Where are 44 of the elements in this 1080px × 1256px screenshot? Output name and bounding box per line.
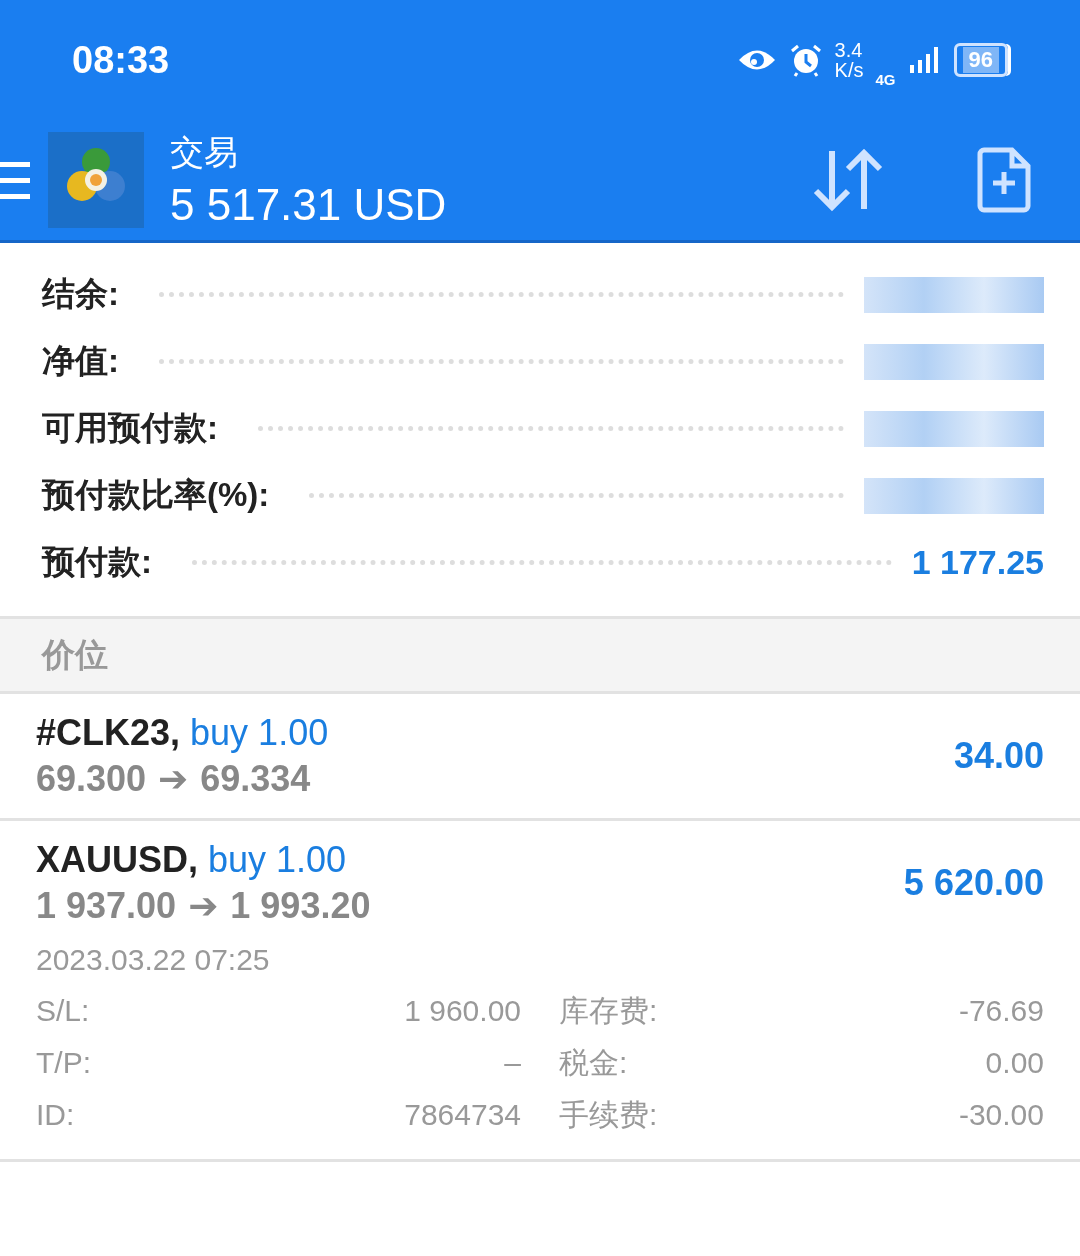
position-row[interactable]: XAUUSD, buy 1.00 1 937.00 ➔ 1 993.20 5 620.00 2023.03.22 07:25 S/L: 1 960.00 库存费: -76.69 T/P: – 税金: 0.00 ID: 7864734 手续费: -30.00 — [0, 821, 1080, 1162]
speed-value: 3.4 — [834, 40, 864, 60]
symbol-label: XAUUSD, — [36, 839, 199, 880]
open-time: 2023.03.22 07:25 — [36, 943, 271, 977]
trade-side: buy 1.00 — [208, 839, 347, 880]
profit-value: 5 620.00 — [903, 862, 1044, 904]
new-order-icon[interactable] — [976, 146, 1032, 214]
symbol-label: #CLK23, — [36, 712, 181, 753]
open-price: 69.300 — [36, 758, 147, 800]
detail-label: 税金: — [559, 1044, 628, 1081]
alarm-clock-icon — [788, 43, 823, 77]
profit-value: 34.00 — [953, 735, 1044, 777]
summary-label: 可用预付款: — [42, 408, 218, 448]
arrow-text: ➔ — [188, 885, 219, 927]
screen-title: 交易 — [170, 132, 239, 173]
summary-label: 净值: — [42, 341, 119, 381]
detail-label: 库存费: — [559, 992, 658, 1029]
battery-indicator: 96 — [953, 43, 1008, 77]
detail-label: S/L: — [36, 994, 90, 1028]
detail-value: -30.00 — [958, 1098, 1044, 1132]
detail-value: 1 960.00 — [404, 994, 521, 1028]
summary-label: 预付款: — [42, 542, 152, 582]
position-row[interactable]: #CLK23, buy 1.00 69.300 ➔ 69.334 34.00 — [0, 694, 1080, 821]
detail-value: -76.69 — [958, 994, 1044, 1028]
detail-label: 手续费: — [559, 1096, 658, 1133]
trade-side: buy 1.00 — [190, 712, 329, 753]
detail-value: – — [504, 1046, 521, 1080]
speed-unit: K/s — [834, 60, 864, 80]
current-price: 1 993.20 — [230, 885, 371, 927]
detail-label: T/P: — [36, 1046, 91, 1080]
arrow-text: ➔ — [158, 758, 189, 800]
account-balance: 5 517.31 USD — [170, 180, 448, 230]
clock-time: 08:33 — [72, 38, 170, 82]
app-logo-icon — [48, 132, 144, 228]
summary-value: 1 177.25 — [911, 543, 1044, 582]
open-price: 1 937.00 — [36, 885, 177, 927]
detail-value: 0.00 — [985, 1046, 1044, 1080]
summary-label: 预付款比率(%): — [42, 475, 270, 515]
detail-value: 7864734 — [404, 1098, 521, 1132]
detail-label: ID: — [36, 1098, 75, 1132]
summary-label: 结余: — [42, 274, 119, 314]
section-title: 价位 — [42, 634, 108, 675]
current-price: 69.334 — [200, 758, 311, 800]
network-type: 4G — [875, 70, 896, 88]
